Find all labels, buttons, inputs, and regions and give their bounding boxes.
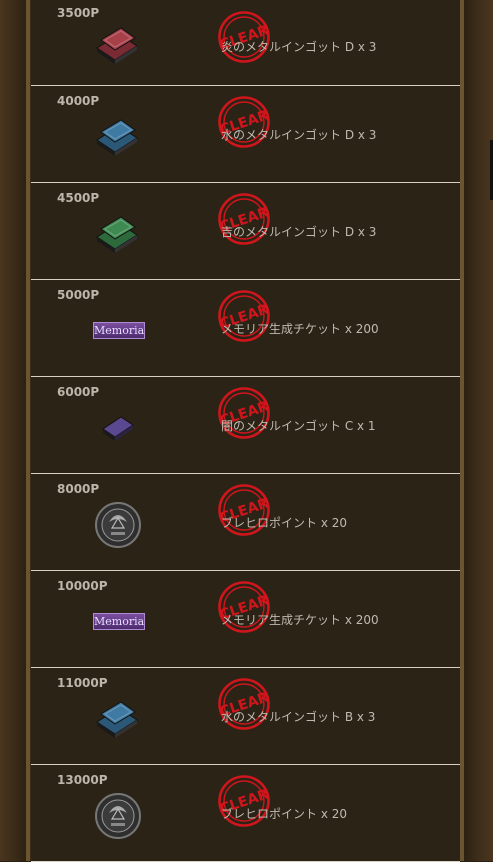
- reward-row: 4500P CLEAR 吉のメタルインゴット D x 3: [31, 183, 460, 280]
- points-threshold: 11000P: [57, 676, 108, 690]
- memoria-ticket-icon: Memoria: [91, 308, 145, 354]
- reward-list: 3500P CLEAR 炎のメタルインゴット D x 3 4000P CLEAR…: [31, 0, 460, 862]
- reward-name: 水のメタルインゴット B x 3: [221, 710, 376, 724]
- points-threshold: 10000P: [57, 579, 108, 593]
- memoria-badge: Memoria: [93, 613, 145, 630]
- reward-name: 吉のメタルインゴット D x 3: [221, 225, 377, 239]
- memoria-badge: Memoria: [93, 322, 145, 339]
- green-ingot-icon: [91, 211, 145, 257]
- reward-name: 水のメタルインゴット D x 3: [221, 128, 377, 142]
- frame-left: [0, 0, 26, 861]
- reward-name: 闇のメタルインゴット C x 1: [221, 419, 376, 433]
- reward-name: 炎のメタルインゴット D x 3: [221, 40, 377, 54]
- medal-icon: [91, 502, 145, 548]
- reward-name: メモリア生成チケット x 200: [221, 613, 379, 627]
- points-threshold: 5000P: [57, 288, 100, 302]
- reward-name: メモリア生成チケット x 200: [221, 322, 379, 336]
- reward-row: 13000P CLEAR ブレヒロポイント x 20: [31, 765, 460, 862]
- memoria-ticket-icon: Memoria: [91, 599, 145, 645]
- points-threshold: 13000P: [57, 773, 108, 787]
- points-threshold: 6000P: [57, 385, 100, 399]
- reward-row: 10000P Memoria CLEAR メモリア生成チケット x 200: [31, 571, 460, 668]
- blue-ingot-icon: [91, 114, 145, 160]
- medal-icon: [91, 793, 145, 839]
- reward-row: 3500P CLEAR 炎のメタルインゴット D x 3: [31, 0, 460, 86]
- reward-row: 6000P CLEAR 闇のメタルインゴット C x 1: [31, 377, 460, 474]
- frame-border-left: [26, 0, 30, 861]
- reward-name: ブレヒロポイント x 20: [221, 807, 348, 821]
- clear-stamp-icon: CLEAR: [218, 11, 271, 63]
- reward-row: 5000P Memoria CLEAR メモリア生成チケット x 200: [31, 280, 460, 377]
- reward-row: 8000P CLEAR ブレヒロポイント x 20: [31, 474, 460, 571]
- points-threshold: 4500P: [57, 191, 100, 205]
- points-threshold: 8000P: [57, 482, 100, 496]
- reward-panel: 3500P CLEAR 炎のメタルインゴット D x 3 4000P CLEAR…: [0, 0, 493, 862]
- reward-row: 4000P CLEAR 水のメタルインゴット D x 3: [31, 86, 460, 183]
- reward-row: 11000P CLEAR 水のメタルインゴット B x 3: [31, 668, 460, 765]
- blue-ingot-icon: [91, 696, 145, 742]
- points-threshold: 4000P: [57, 94, 100, 108]
- reward-name: ブレヒロポイント x 20: [221, 516, 348, 530]
- frame-right: [464, 0, 493, 861]
- purple-ingot-icon: [91, 405, 145, 451]
- red-ingot-icon: [91, 22, 145, 68]
- points-threshold: 3500P: [57, 6, 100, 20]
